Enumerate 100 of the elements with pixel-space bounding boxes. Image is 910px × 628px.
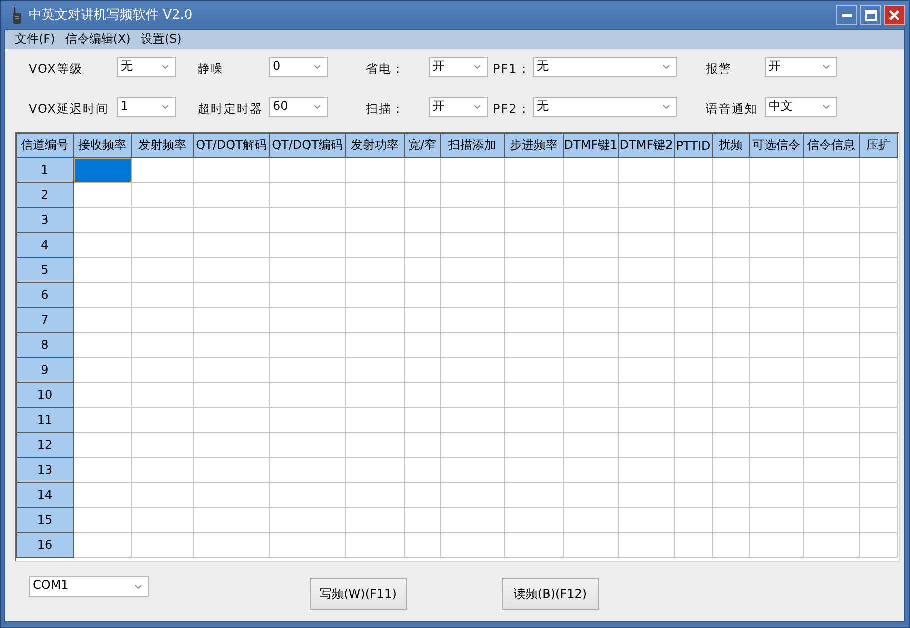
table-cell[interactable]: [194, 508, 270, 532]
table-cell[interactable]: [618, 208, 674, 232]
table-cell[interactable]: [404, 258, 440, 282]
table-cell[interactable]: [270, 208, 346, 232]
table-cell[interactable]: [440, 532, 504, 558]
table-cell[interactable]: [194, 408, 270, 432]
table-cell[interactable]: [404, 532, 440, 558]
table-cell[interactable]: [618, 432, 674, 458]
maximize-button[interactable]: [860, 5, 881, 25]
table-cell[interactable]: [674, 182, 712, 208]
table-cell[interactable]: [674, 382, 712, 408]
table-cell[interactable]: [564, 408, 618, 432]
table-cell[interactable]: [194, 258, 270, 282]
table-cell[interactable]: [804, 332, 860, 358]
write-button[interactable]: 写频(W)(F11): [310, 578, 407, 610]
table-cell[interactable]: [74, 208, 132, 232]
table-cell[interactable]: [270, 308, 346, 332]
table-cell[interactable]: [804, 182, 860, 208]
table-cell[interactable]: [346, 232, 404, 258]
table-cell[interactable]: [132, 182, 194, 208]
table-cell[interactable]: [564, 158, 618, 182]
table-cell[interactable]: [860, 332, 898, 358]
table-cell[interactable]: [860, 382, 898, 408]
table-cell[interactable]: [674, 458, 712, 482]
table-cell[interactable]: [564, 482, 618, 508]
table-cell[interactable]: [194, 208, 270, 232]
table-cell[interactable]: [270, 182, 346, 208]
table-cell[interactable]: [674, 508, 712, 532]
table-cell[interactable]: [346, 508, 404, 532]
table-cell[interactable]: [860, 408, 898, 432]
table-cell[interactable]: [750, 482, 804, 508]
table-cell[interactable]: [564, 308, 618, 332]
table-cell[interactable]: [860, 458, 898, 482]
table-cell[interactable]: [712, 282, 750, 308]
table-cell[interactable]: [346, 258, 404, 282]
table-cell[interactable]: [504, 408, 564, 432]
table-cell[interactable]: [860, 158, 898, 182]
table-cell[interactable]: [750, 182, 804, 208]
table-cell[interactable]: [804, 308, 860, 332]
table-cell[interactable]: [194, 382, 270, 408]
table-cell[interactable]: [74, 508, 132, 532]
table-cell[interactable]: [564, 458, 618, 482]
table-cell[interactable]: [674, 282, 712, 308]
table-cell[interactable]: [74, 258, 132, 282]
table-cell[interactable]: [504, 308, 564, 332]
table-cell[interactable]: [712, 482, 750, 508]
table-cell[interactable]: [440, 258, 504, 282]
table-cell[interactable]: [750, 282, 804, 308]
table-cell[interactable]: [404, 508, 440, 532]
table-cell[interactable]: [712, 258, 750, 282]
table-cell[interactable]: [804, 458, 860, 482]
table-cell[interactable]: [74, 458, 132, 482]
table-cell[interactable]: [132, 282, 194, 308]
table-cell[interactable]: [194, 182, 270, 208]
table-cell[interactable]: [618, 182, 674, 208]
table-cell[interactable]: [74, 358, 132, 382]
table-cell[interactable]: [804, 282, 860, 308]
table-cell[interactable]: [618, 482, 674, 508]
table-cell[interactable]: [74, 308, 132, 332]
table-cell[interactable]: [132, 208, 194, 232]
table-cell[interactable]: [618, 408, 674, 432]
table-cell[interactable]: [194, 282, 270, 308]
table-cell[interactable]: [404, 282, 440, 308]
table-cell[interactable]: [618, 158, 674, 182]
table-cell[interactable]: [440, 182, 504, 208]
table-cell[interactable]: [674, 432, 712, 458]
table-cell[interactable]: [440, 208, 504, 232]
table-cell[interactable]: [618, 532, 674, 558]
table-cell[interactable]: [712, 432, 750, 458]
table-cell[interactable]: [74, 182, 132, 208]
table-cell[interactable]: [440, 232, 504, 258]
table-cell[interactable]: [440, 482, 504, 508]
table-cell[interactable]: [132, 382, 194, 408]
table-cell[interactable]: [860, 482, 898, 508]
table-cell[interactable]: [860, 432, 898, 458]
table-cell[interactable]: [564, 432, 618, 458]
table-cell[interactable]: [346, 208, 404, 232]
table-cell[interactable]: [74, 482, 132, 508]
table-cell[interactable]: [440, 308, 504, 332]
table-cell[interactable]: [270, 458, 346, 482]
dropdown[interactable]: 开: [429, 97, 488, 117]
table-cell[interactable]: [404, 432, 440, 458]
table-cell[interactable]: [440, 458, 504, 482]
table-cell[interactable]: [346, 358, 404, 382]
table-cell[interactable]: [750, 258, 804, 282]
table-cell[interactable]: [564, 508, 618, 532]
table-cell[interactable]: [674, 258, 712, 282]
table-cell[interactable]: [750, 308, 804, 332]
table-cell[interactable]: [194, 432, 270, 458]
table-cell[interactable]: [440, 432, 504, 458]
table-cell[interactable]: [618, 232, 674, 258]
table-cell[interactable]: [132, 458, 194, 482]
table-cell[interactable]: [346, 432, 404, 458]
table-cell[interactable]: [674, 532, 712, 558]
table-cell[interactable]: [712, 158, 750, 182]
table-cell[interactable]: [804, 432, 860, 458]
table-cell[interactable]: [404, 158, 440, 182]
table-cell[interactable]: [712, 182, 750, 208]
table-cell[interactable]: [440, 382, 504, 408]
table-cell[interactable]: [194, 308, 270, 332]
